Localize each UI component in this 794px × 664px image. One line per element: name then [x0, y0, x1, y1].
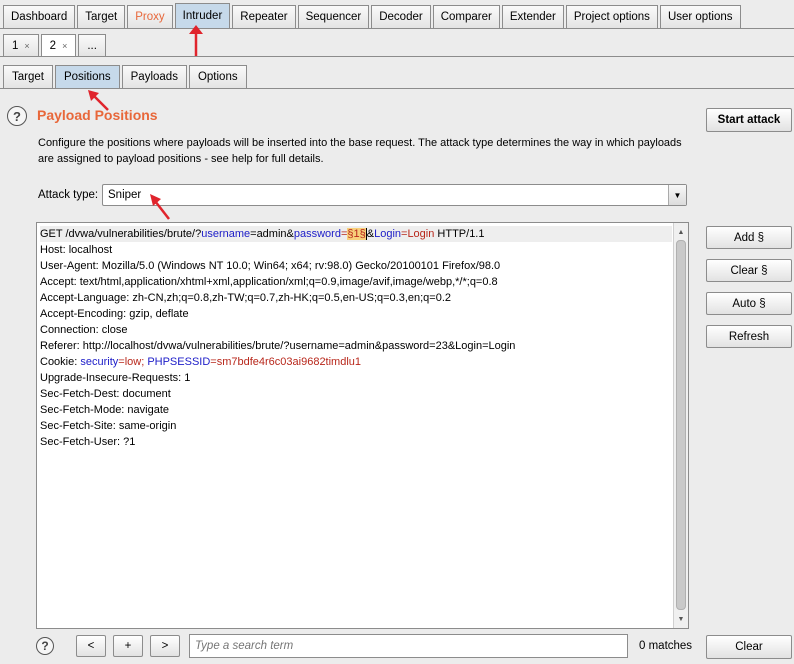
- header-line: Sec-Fetch-User: ?1: [40, 436, 136, 448]
- tab-section-target[interactable]: Target: [3, 65, 53, 88]
- main-tab-bar: Dashboard Target Proxy Intruder Repeater…: [0, 3, 741, 29]
- intruder-attack-tabs: 1 × 2 × ...: [3, 34, 106, 56]
- tab-project-options[interactable]: Project options: [565, 5, 658, 28]
- tab-section-payloads[interactable]: Payloads: [121, 65, 187, 88]
- chevron-down-icon[interactable]: ▼: [668, 185, 686, 205]
- header-line: Cookie: security=low; PHPSESSID=sm7bdfe4…: [40, 356, 362, 368]
- attack-tab-2[interactable]: 2 ×: [40, 34, 77, 56]
- header-line: Accept-Encoding: gzip, deflate: [40, 308, 189, 320]
- header-line: Sec-Fetch-Mode: navigate: [40, 404, 170, 416]
- scrollbar-thumb[interactable]: [676, 240, 686, 610]
- tab-section-positions[interactable]: Positions: [54, 65, 120, 88]
- tab-user-options[interactable]: User options: [659, 5, 741, 28]
- annotation-arrow-icon: [150, 194, 170, 220]
- start-attack-button[interactable]: Start attack: [706, 108, 792, 132]
- tab-comparer[interactable]: Comparer: [432, 5, 500, 28]
- header-line: Sec-Fetch-Site: same-origin: [40, 420, 177, 432]
- close-icon[interactable]: ×: [62, 41, 67, 51]
- match-count: 0 matches: [639, 640, 693, 652]
- next-match-button[interactable]: >: [150, 635, 180, 657]
- divider: [0, 88, 794, 89]
- header-line: User-Agent: Mozilla/5.0 (Windows NT 10.0…: [40, 260, 501, 272]
- refresh-button[interactable]: Refresh: [706, 325, 792, 348]
- attack-tab-label: 1: [12, 39, 19, 52]
- header-line: Accept: text/html,application/xhtml+xml,…: [40, 276, 498, 288]
- tab-extender[interactable]: Extender: [501, 5, 564, 28]
- tab-proxy[interactable]: Proxy: [127, 5, 173, 28]
- scroll-down-icon[interactable]: ▼: [674, 612, 688, 626]
- scroll-up-icon[interactable]: ▲: [674, 225, 688, 239]
- help-icon[interactable]: ?: [36, 637, 54, 655]
- attack-type-value: Sniper: [108, 189, 142, 201]
- attack-tab-1[interactable]: 1 ×: [3, 34, 39, 56]
- search-options-button[interactable]: +: [113, 635, 143, 657]
- auto-marker-button[interactable]: Auto §: [706, 292, 792, 315]
- header-line: Host: localhost: [40, 244, 113, 256]
- header-line: Referer: http://localhost/dvwa/vulnerabi…: [40, 340, 516, 352]
- vertical-scrollbar[interactable]: ▲ ▼: [673, 223, 688, 628]
- section-tab-bar: Target Positions Payloads Options: [3, 65, 247, 88]
- clear-search-button[interactable]: Clear: [706, 635, 792, 659]
- header-line: Connection: close: [40, 324, 128, 336]
- tab-sequencer[interactable]: Sequencer: [297, 5, 370, 28]
- header-line: Accept-Language: zh-CN,zh;q=0.8,zh-TW;q=…: [40, 292, 452, 304]
- tab-decoder[interactable]: Decoder: [371, 5, 431, 28]
- clear-markers-button[interactable]: Clear §: [706, 259, 792, 282]
- annotation-arrow-icon: [88, 90, 109, 111]
- request-line: GET /dvwa/vulnerabilities/brute/?usernam…: [40, 226, 672, 242]
- attack-tab-label: 2: [49, 39, 57, 52]
- close-icon[interactable]: ×: [24, 41, 29, 51]
- previous-match-button[interactable]: <: [76, 635, 106, 657]
- divider: [0, 56, 794, 57]
- tab-section-options[interactable]: Options: [188, 65, 247, 88]
- tab-repeater[interactable]: Repeater: [232, 5, 296, 28]
- header-line: Upgrade-Insecure-Requests: 1: [40, 372, 191, 384]
- search-input[interactable]: [189, 634, 628, 658]
- annotation-arrow-icon: [189, 25, 203, 56]
- new-attack-tab[interactable]: ...: [78, 34, 106, 56]
- help-icon[interactable]: ?: [7, 106, 27, 126]
- request-editor[interactable]: GET /dvwa/vulnerabilities/brute/?usernam…: [36, 222, 689, 629]
- panel-description: Configure the positions where payloads w…: [38, 137, 682, 165]
- attack-type-select[interactable]: Sniper ▼: [102, 184, 687, 206]
- attack-type-label: Attack type:: [38, 189, 99, 201]
- tab-target[interactable]: Target: [77, 5, 126, 28]
- payload-position-marker[interactable]: §1§: [347, 228, 366, 240]
- add-marker-button[interactable]: Add §: [706, 226, 792, 249]
- tab-dashboard[interactable]: Dashboard: [3, 5, 76, 28]
- header-line: Sec-Fetch-Dest: document: [40, 388, 171, 400]
- divider: [0, 28, 794, 29]
